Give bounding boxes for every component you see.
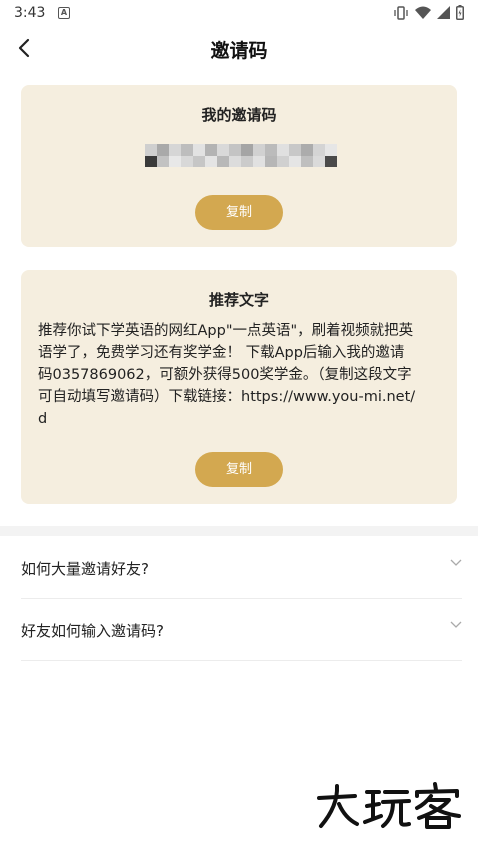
faq-label: 好友如何输入邀请码? — [21, 622, 164, 640]
copy-code-button[interactable]: 复制 — [195, 195, 283, 230]
vibrate-icon — [394, 5, 408, 20]
watermark-logo — [317, 782, 461, 829]
wifi-icon — [415, 6, 431, 19]
faq-item-enter-code[interactable]: 好友如何输入邀请码? — [21, 599, 462, 661]
recommend-text-title: 推荐文字 — [208, 291, 269, 309]
chevron-down-icon — [450, 559, 462, 566]
recommend-text-card: 推荐文字 推荐你试下学英语的网红App"一点英语"，刷着视频就把英语学了，免费学… — [21, 270, 457, 504]
nav-bar: 邀请码 — [0, 26, 478, 72]
invite-code-card: 我的邀请码 复制 — [21, 85, 457, 247]
battery-icon — [456, 5, 464, 20]
chevron-down-icon — [450, 621, 462, 628]
invite-code-title: 我的邀请码 — [201, 106, 277, 124]
page-title: 邀请码 — [210, 40, 268, 62]
status-bar: 3:43 A — [0, 0, 478, 26]
status-time: 3:43 — [14, 5, 46, 21]
section-divider — [0, 526, 478, 536]
a-letter-icon: A — [58, 7, 70, 19]
faq-item-bulk-invite[interactable]: 如何大量邀请好友? — [21, 537, 462, 599]
signal-icon — [437, 6, 450, 19]
invite-code-obscured — [145, 144, 337, 167]
faq-label: 如何大量邀请好友? — [21, 560, 149, 578]
status-icons — [393, 5, 464, 20]
copy-text-button[interactable]: 复制 — [195, 452, 283, 487]
recommend-text-body: 推荐你试下学英语的网红App"一点英语"，刷着视频就把英语学了，免费学习还有奖学… — [38, 323, 416, 427]
